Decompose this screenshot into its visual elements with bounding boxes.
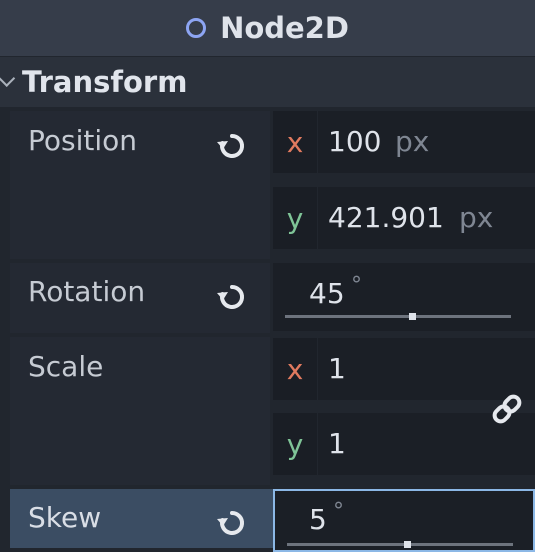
revert-icon[interactable] <box>214 505 250 541</box>
node2d-circle-icon <box>186 18 207 38</box>
rotation-slider-field[interactable]: 45 ° <box>273 263 535 331</box>
position-y-value: 421.901 <box>328 201 444 234</box>
link-icon[interactable] <box>488 390 526 428</box>
skew-slider-grabber[interactable] <box>403 541 411 548</box>
revert-icon[interactable] <box>214 279 250 315</box>
position-y-axis-label: y <box>273 187 317 249</box>
scale-label: Scale <box>28 350 104 383</box>
skew-slider-field[interactable]: 5 ° <box>273 489 535 552</box>
node-type-title: Node2D <box>220 11 349 45</box>
transform-section-header[interactable]: Transform <box>0 57 535 107</box>
chevron-down-icon <box>0 69 16 87</box>
scale-y-value: 1 <box>328 427 346 460</box>
position-x-value: 100 <box>328 125 382 158</box>
scale-x-axis-label: x <box>273 338 317 400</box>
skew-unit: ° <box>333 499 344 524</box>
scale-x-value: 1 <box>328 352 346 385</box>
section-title: Transform <box>22 65 188 99</box>
inspector-header: Node2D <box>0 0 535 56</box>
position-y-unit: px <box>459 201 494 234</box>
rotation-label: Rotation <box>28 275 146 308</box>
skew-label: Skew <box>28 501 102 534</box>
rotation-value: 45 <box>309 277 345 310</box>
rotation-slider-grabber[interactable] <box>408 313 416 320</box>
skew-slider-track[interactable] <box>287 543 513 546</box>
rotation-slider-track[interactable] <box>285 315 511 318</box>
scale-y-axis-label: y <box>273 413 317 475</box>
revert-icon[interactable] <box>214 128 250 164</box>
position-x-unit: px <box>395 125 430 158</box>
position-x-field[interactable]: 100 px <box>318 111 535 173</box>
position-y-field[interactable]: 421.901 px <box>318 187 535 249</box>
rotation-unit: ° <box>351 273 362 298</box>
position-x-axis-label: x <box>273 111 317 173</box>
skew-value: 5 <box>309 503 327 536</box>
position-label: Position <box>28 124 138 157</box>
